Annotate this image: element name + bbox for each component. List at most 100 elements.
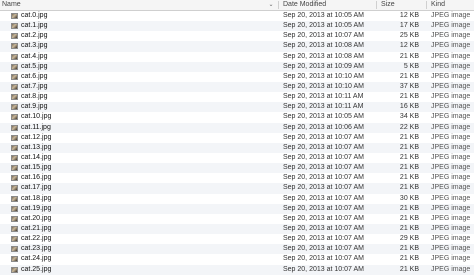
image-thumbnail-icon [11, 246, 18, 253]
file-row[interactable]: cat.20.jpg Sep 20, 2013 at 10:07 AM 21 KB J… [0, 214, 474, 224]
file-name: cat.3.jpg [21, 42, 48, 50]
file-kind: JPEG image [431, 52, 471, 60]
image-thumbnail-icon [11, 83, 18, 90]
file-name: cat.19.jpg [21, 204, 52, 212]
file-row[interactable]: cat.23.jpg Sep 20, 2013 at 10:07 AM 21 KB J… [0, 244, 474, 255]
file-date-modified: Sep 20, 2013 at 10:07 AM [283, 143, 364, 151]
file-name: cat.9.jpg [21, 103, 48, 111]
column-divider[interactable] [426, 1, 427, 9]
file-row[interactable]: cat.22.jpg Sep 20, 2013 at 10:07 AM 29 KB J… [0, 234, 474, 244]
file-date-modified: Sep 20, 2013 at 10:07 AM [283, 224, 364, 232]
file-row[interactable]: cat.0.jpg Sep 20, 2013 at 10:05 AM 12 KB JP… [0, 11, 474, 21]
file-date-modified: Sep 20, 2013 at 10:07 AM [283, 174, 364, 182]
file-date-modified: Sep 20, 2013 at 10:08 AM [283, 52, 364, 60]
column-header-name[interactable]: Name [2, 0, 272, 10]
image-thumbnail-icon [11, 63, 18, 70]
file-row[interactable]: cat.11.jpg Sep 20, 2013 at 10:06 AM 22 KB J… [0, 122, 474, 133]
file-kind: JPEG image [431, 12, 471, 19]
image-thumbnail-icon [11, 23, 18, 30]
file-kind: JPEG image [431, 153, 471, 161]
file-row[interactable]: cat.14.jpg Sep 20, 2013 at 10:07 AM 21 KB J… [0, 153, 474, 163]
file-row[interactable]: cat.5.jpg Sep 20, 2013 at 10:09 AM 5 KB JPE… [0, 61, 474, 72]
file-row[interactable]: cat.1.jpg Sep 20, 2013 at 10:05 AM 17 KB JP… [0, 21, 474, 32]
file-size: 21 KB [399, 184, 419, 192]
file-name: cat.24.jpg [21, 255, 52, 263]
file-kind: JPEG image [431, 32, 471, 40]
file-name: cat.10.jpg [21, 113, 52, 121]
file-date-modified: Sep 20, 2013 at 10:07 AM [283, 214, 364, 222]
image-thumbnail-icon [11, 53, 18, 60]
file-name: cat.8.jpg [21, 93, 48, 101]
image-thumbnail-icon [11, 73, 18, 80]
image-thumbnail-icon [11, 215, 18, 222]
file-name: cat.15.jpg [21, 164, 52, 172]
file-row[interactable]: cat.10.jpg Sep 20, 2013 at 10:05 AM 34 KB J… [0, 112, 474, 122]
column-divider[interactable] [376, 1, 377, 9]
file-date-modified: Sep 20, 2013 at 10:07 AM [283, 133, 364, 141]
file-row[interactable]: cat.16.jpg Sep 20, 2013 at 10:07 AM 21 KB J… [0, 173, 474, 183]
file-size: 21 KB [399, 52, 419, 60]
file-row[interactable]: cat.9.jpg Sep 20, 2013 at 10:11 AM 16 KB JP… [0, 102, 474, 113]
file-row[interactable]: cat.2.jpg Sep 20, 2013 at 10:07 AM 25 KB JP… [0, 31, 474, 41]
file-row[interactable]: cat.13.jpg Sep 20, 2013 at 10:07 AM 21 KB J… [0, 142, 474, 153]
file-row[interactable]: cat.6.jpg Sep 20, 2013 at 10:10 AM 21 KB JP… [0, 72, 474, 82]
image-thumbnail-icon [11, 104, 18, 111]
file-row[interactable]: cat.7.jpg Sep 20, 2013 at 10:10 AM 37 KB JP… [0, 81, 474, 93]
file-name: cat.6.jpg [21, 72, 48, 80]
file-size: 21 KB [399, 174, 419, 182]
image-thumbnail-icon [11, 175, 18, 182]
file-size: 21 KB [399, 143, 419, 151]
file-row[interactable]: cat.21.jpg Sep 20, 2013 at 10:07 AM 21 KB J… [0, 223, 474, 235]
file-row[interactable]: cat.24.jpg Sep 20, 2013 at 10:07 AM 21 KB J… [0, 254, 474, 264]
file-kind: JPEG image [431, 174, 471, 182]
file-row[interactable]: cat.25.jpg Sep 20, 2013 at 10:07 AM 21 KB J… [0, 264, 474, 275]
file-size: 21 KB [399, 133, 419, 141]
image-thumbnail-icon [11, 94, 18, 101]
file-kind: JPEG image [431, 194, 471, 202]
file-row[interactable]: cat.4.jpg Sep 20, 2013 at 10:08 AM 21 KB JP… [0, 52, 474, 62]
file-name: cat.22.jpg [21, 235, 52, 243]
file-kind: JPEG image [431, 113, 471, 121]
file-row[interactable]: cat.8.jpg Sep 20, 2013 at 10:11 AM 21 KB JP… [0, 92, 474, 102]
image-thumbnail-icon [11, 144, 18, 151]
file-size: 21 KB [399, 214, 419, 222]
file-name: cat.1.jpg [21, 22, 48, 30]
file-row[interactable]: cat.12.jpg Sep 20, 2013 at 10:07 AM 21 KB J… [0, 133, 474, 143]
column-header-kind[interactable]: Kind [431, 0, 474, 10]
sort-chevron-icon[interactable]: ⌄ [267, 0, 275, 10]
image-thumbnail-icon [11, 165, 18, 172]
image-thumbnail-icon [11, 256, 18, 263]
file-date-modified: Sep 20, 2013 at 10:11 AM [283, 103, 364, 111]
file-name: cat.20.jpg [21, 214, 52, 222]
file-row[interactable]: cat.17.jpg Sep 20, 2013 at 10:07 AM 21 KB J… [0, 183, 474, 194]
file-row[interactable]: cat.3.jpg Sep 20, 2013 at 10:08 AM 12 KB JP… [0, 41, 474, 52]
image-thumbnail-icon [11, 13, 18, 19]
file-size: 21 KB [399, 224, 419, 232]
file-kind: JPEG image [431, 103, 471, 111]
file-kind: JPEG image [431, 72, 471, 80]
file-size: 21 KB [399, 245, 419, 253]
file-row[interactable]: cat.18.jpg Sep 20, 2013 at 10:07 AM 30 KB J… [0, 194, 474, 204]
file-kind: JPEG image [431, 164, 471, 172]
column-header-size[interactable]: Size [381, 0, 421, 10]
file-row[interactable]: cat.15.jpg Sep 20, 2013 at 10:07 AM 21 KB J… [0, 163, 474, 174]
file-kind: JPEG image [431, 184, 471, 192]
file-date-modified: Sep 20, 2013 at 10:07 AM [283, 184, 364, 192]
file-row[interactable]: cat.19.jpg Sep 20, 2013 at 10:07 AM 21 KB J… [0, 203, 474, 214]
file-size: 21 KB [399, 204, 419, 212]
file-date-modified: Sep 20, 2013 at 10:07 AM [283, 255, 364, 263]
image-thumbnail-icon [11, 195, 18, 202]
file-size: 12 KB [399, 42, 419, 50]
file-kind: JPEG image [431, 255, 471, 263]
file-size: 25 KB [399, 32, 419, 40]
file-name: cat.12.jpg [21, 133, 52, 141]
file-size: 5 KB [403, 62, 419, 70]
column-divider[interactable] [278, 1, 279, 9]
image-thumbnail-icon [11, 205, 18, 212]
file-size: 21 KB [399, 72, 419, 80]
image-thumbnail-icon [11, 236, 18, 243]
column-header-date-modified[interactable]: Date Modified [283, 0, 373, 10]
file-kind: JPEG image [431, 133, 471, 141]
file-date-modified: Sep 20, 2013 at 10:05 AM [283, 22, 364, 30]
file-name: cat.4.jpg [21, 52, 48, 60]
